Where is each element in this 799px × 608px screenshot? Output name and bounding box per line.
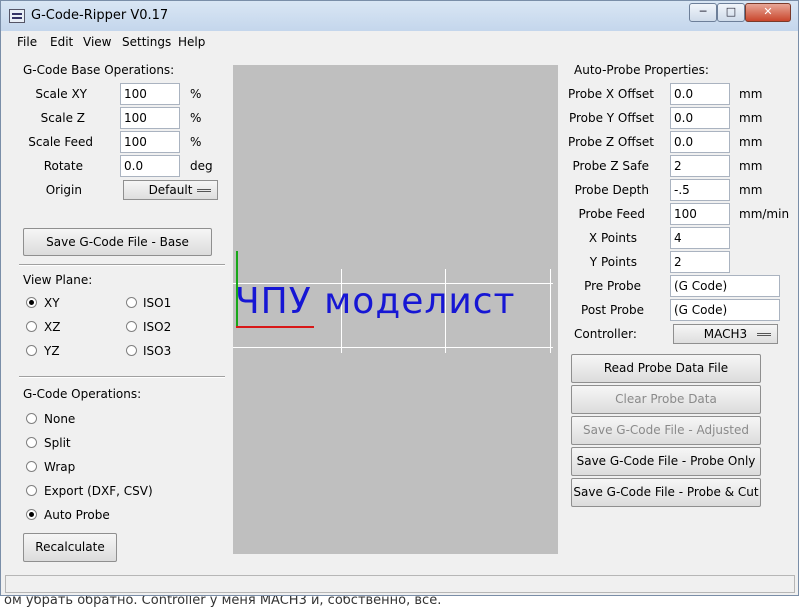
view-iso1-radio[interactable]: [126, 297, 137, 308]
divider: [19, 376, 225, 378]
x-axis-marker: [236, 326, 314, 328]
post-probe-label: Post Probe: [581, 303, 644, 317]
x-points-label: X Points: [588, 231, 637, 245]
menu-edit[interactable]: Edit: [50, 35, 73, 49]
rotate-unit: deg: [190, 159, 213, 173]
base-ops-heading: G-Code Base Operations:: [23, 63, 175, 77]
origin-label: Origin: [45, 183, 82, 197]
probe-depth-unit: mm: [739, 183, 763, 197]
auto-probe-heading: Auto-Probe Properties:: [574, 63, 709, 77]
save-gcode-adjusted-button[interactable]: Save G-Code File - Adjusted: [571, 416, 761, 445]
scale-z-unit: %: [190, 111, 202, 125]
view-iso3-radio[interactable]: [126, 345, 137, 356]
view-yz-label: YZ: [44, 344, 60, 358]
save-gcode-probe-only-button[interactable]: Save G-Code File - Probe Only: [571, 447, 761, 476]
view-iso3-label: ISO3: [143, 344, 172, 358]
minimize-button[interactable]: ─: [689, 3, 717, 22]
probe-y-offset-unit: mm: [739, 111, 763, 125]
probe-depth-input[interactable]: [670, 179, 730, 201]
maximize-button[interactable]: □: [717, 3, 745, 22]
window-title: G-Code-Ripper V0.17: [31, 8, 169, 23]
probe-feed-label: Probe Feed: [578, 207, 645, 221]
save-gcode-base-button[interactable]: Save G-Code File - Base: [23, 228, 212, 256]
dropdown-caret-icon: [757, 333, 771, 336]
view-xz-radio[interactable]: [26, 321, 37, 332]
scale-xy-label: Scale XY: [35, 87, 87, 101]
gcode-ops-heading: G-Code Operations:: [23, 387, 142, 401]
scale-xy-input[interactable]: [120, 83, 180, 105]
view-iso2-label: ISO2: [143, 320, 172, 334]
scale-z-input[interactable]: [120, 107, 180, 129]
menu-bar: File Edit View Settings Help: [1, 31, 798, 53]
view-xy-label: XY: [44, 296, 60, 310]
op-export-label: Export (DXF, CSV): [44, 484, 153, 498]
probe-z-safe-unit: mm: [739, 159, 763, 173]
origin-value: Default: [148, 183, 193, 197]
post-probe-input[interactable]: [670, 299, 780, 321]
x-points-input[interactable]: [670, 227, 730, 249]
op-wrap-label: Wrap: [44, 460, 76, 474]
probe-z-safe-input[interactable]: [670, 155, 730, 177]
rotate-label: Rotate: [43, 159, 83, 173]
view-iso2-radio[interactable]: [126, 321, 137, 332]
controller-dropdown[interactable]: MACH3: [673, 324, 778, 344]
probe-y-offset-label: Probe Y Offset: [568, 111, 654, 125]
controller-value: MACH3: [703, 327, 748, 341]
op-auto-probe-radio[interactable]: [26, 509, 37, 520]
op-split-label: Split: [44, 436, 71, 450]
probe-z-offset-unit: mm: [739, 135, 763, 149]
probe-grid-line: [233, 347, 553, 348]
save-gcode-probe-cut-button[interactable]: Save G-Code File - Probe & Cut: [571, 478, 761, 507]
clear-probe-data-button[interactable]: Clear Probe Data: [571, 385, 761, 414]
recalculate-button[interactable]: Recalculate: [23, 533, 117, 562]
op-auto-probe-label: Auto Probe: [44, 508, 110, 522]
controller-label: Controller:: [574, 327, 637, 341]
view-iso1-label: ISO1: [143, 296, 172, 310]
view-yz-radio[interactable]: [26, 345, 37, 356]
probe-depth-label: Probe Depth: [574, 183, 649, 197]
probe-y-offset-input[interactable]: [670, 107, 730, 129]
y-points-input[interactable]: [670, 251, 730, 273]
probe-x-offset-unit: mm: [739, 87, 763, 101]
app-icon: [9, 9, 25, 23]
view-plane-heading: View Plane:: [23, 273, 93, 287]
menu-file[interactable]: File: [17, 35, 37, 49]
read-probe-data-button[interactable]: Read Probe Data File: [571, 354, 761, 383]
menu-help[interactable]: Help: [178, 35, 205, 49]
scale-feed-input[interactable]: [120, 131, 180, 153]
app-window: G-Code-Ripper V0.17 ─ □ ✕ File Edit View…: [0, 0, 799, 596]
title-bar[interactable]: G-Code-Ripper V0.17 ─ □ ✕: [1, 1, 798, 31]
close-button[interactable]: ✕: [745, 3, 791, 22]
y-points-label: Y Points: [589, 255, 637, 269]
view-xy-radio[interactable]: [26, 297, 37, 308]
op-split-radio[interactable]: [26, 437, 37, 448]
op-wrap-radio[interactable]: [26, 461, 37, 472]
scale-feed-label: Scale Feed: [28, 135, 93, 149]
pre-probe-label: Pre Probe: [584, 279, 641, 293]
rotate-input[interactable]: [120, 155, 180, 177]
view-xz-label: XZ: [44, 320, 61, 334]
op-none-radio[interactable]: [26, 413, 37, 424]
origin-dropdown[interactable]: Default: [123, 180, 218, 200]
probe-feed-unit: mm/min: [739, 207, 790, 221]
dropdown-caret-icon: [197, 189, 211, 192]
op-none-label: None: [44, 412, 76, 426]
divider: [19, 264, 225, 266]
pre-probe-input[interactable]: [670, 275, 780, 297]
probe-z-safe-label: Probe Z Safe: [572, 159, 649, 173]
probe-z-offset-label: Probe Z Offset: [568, 135, 654, 149]
probe-grid-line: [550, 269, 551, 353]
menu-view[interactable]: View: [83, 35, 111, 49]
probe-z-offset-input[interactable]: [670, 131, 730, 153]
scale-feed-unit: %: [190, 135, 202, 149]
probe-x-offset-label: Probe X Offset: [568, 87, 654, 101]
probe-feed-input[interactable]: [670, 203, 730, 225]
status-bar: [5, 575, 795, 593]
scale-xy-unit: %: [190, 87, 202, 101]
gcode-preview-text: ЧПУ моделист: [235, 281, 516, 322]
scale-z-label: Scale Z: [40, 111, 85, 125]
probe-x-offset-input[interactable]: [670, 83, 730, 105]
op-export-radio[interactable]: [26, 485, 37, 496]
menu-settings[interactable]: Settings: [122, 35, 171, 49]
